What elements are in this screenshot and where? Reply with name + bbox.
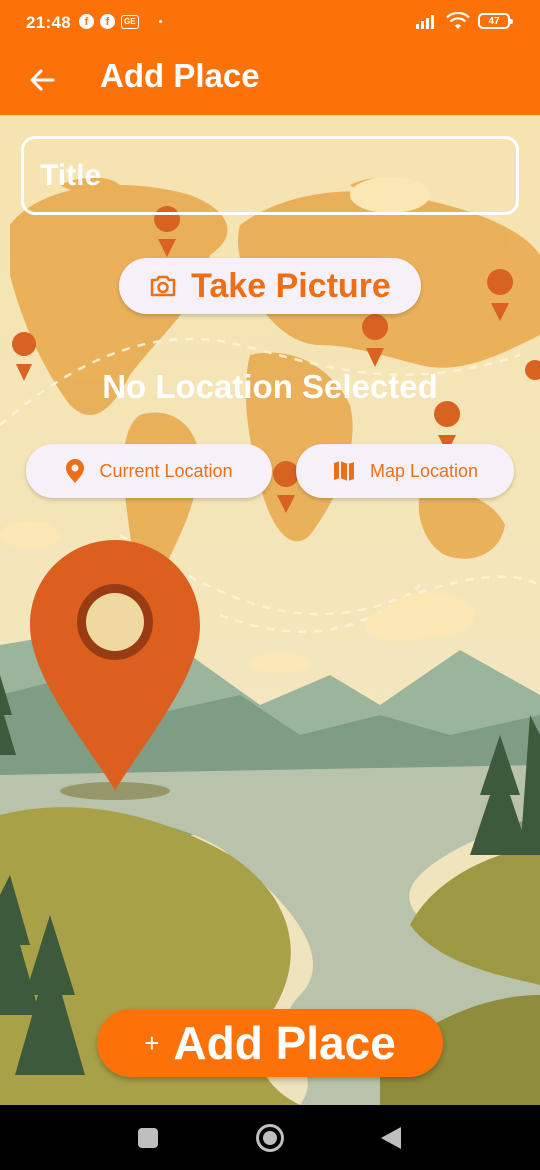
current-location-button[interactable]: Current Location [26,444,272,498]
take-picture-label: Take Picture [191,266,391,305]
facebook-icon: f [79,14,94,29]
home-button[interactable] [256,1124,284,1152]
map-icon [333,461,354,481]
add-place-button[interactable]: + Add Place [97,1009,443,1077]
status-time: 21:48 [26,13,71,32]
camera-icon [150,275,176,297]
app-bar: Add Place [0,46,540,115]
battery-icon: 47 [478,13,513,29]
more-notifications-dot [158,20,162,23]
facebook-icon: f [100,14,115,29]
signal-icon [416,15,434,29]
system-nav-bar [0,1105,540,1170]
wifi-icon [446,12,470,29]
status-bar: 21:48 f f GE 47 [0,0,540,46]
title-input[interactable] [21,136,519,215]
no-location-text: No Location Selected [102,368,438,405]
notification-icons: f f GE [79,14,162,29]
plus-icon: + [144,1027,160,1058]
back-button[interactable] [22,60,62,100]
arrow-back-icon [30,69,55,91]
add-place-label: Add Place [173,1017,396,1069]
take-picture-button[interactable]: Take Picture [119,258,421,314]
current-location-label: Current Location [99,460,233,481]
map-location-label: Map Location [369,460,479,481]
recents-button[interactable] [138,1128,158,1148]
map-location-button[interactable]: Map Location [296,444,514,498]
nav-back-button[interactable] [381,1127,401,1149]
status-right: 47 [416,12,513,30]
location-pin-icon [66,459,85,483]
page-title: Add Place [100,57,260,94]
ge-icon: GE [121,14,139,29]
